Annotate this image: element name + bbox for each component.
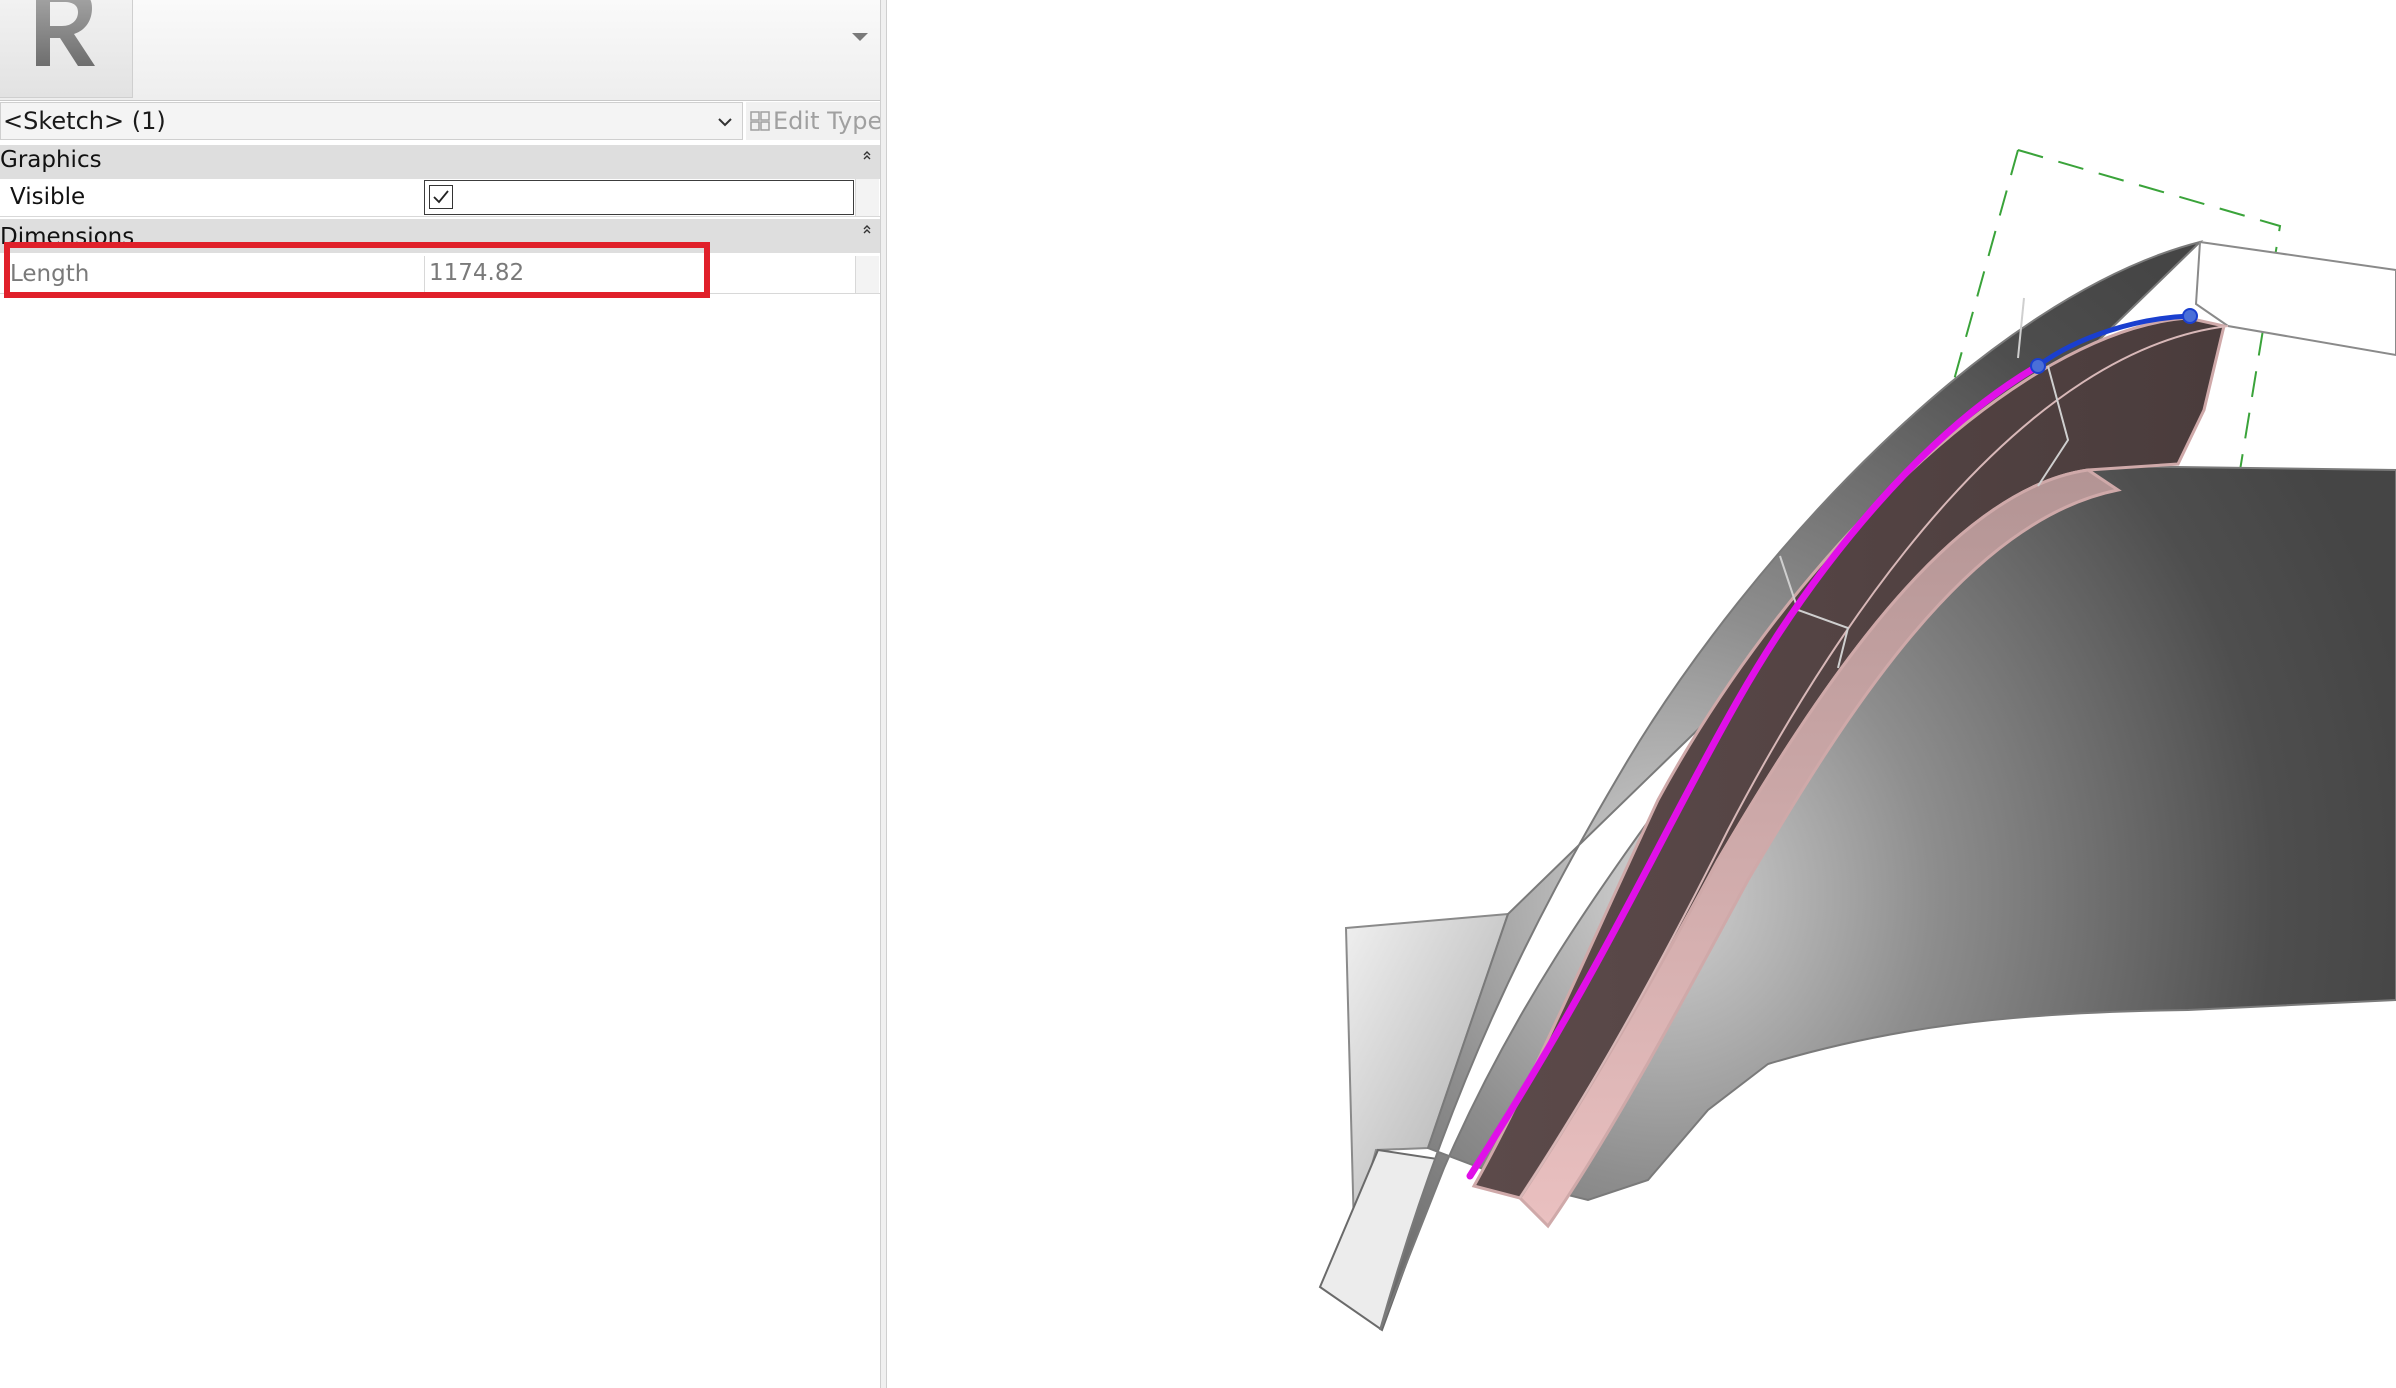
length-value: 1174.82 [429,260,525,286]
curve-endpoint-grip[interactable] [2182,308,2198,324]
instance-selector-row: <Sketch> (1) Edit Type [0,102,880,142]
checkmark-icon [433,190,449,204]
property-value-visible[interactable] [424,180,854,215]
edit-type-button[interactable]: Edit Type [746,102,880,140]
edit-type-label: Edit Type [773,107,880,135]
property-name-length: Length [10,261,90,287]
triangle-down-icon[interactable] [848,24,872,48]
curve-endpoint-grip[interactable] [2030,358,2046,374]
panel-splitter[interactable] [880,0,887,1388]
category-dimensions-label: Dimensions [0,224,135,250]
property-row-visible: Visible [0,179,880,217]
category-graphics-label: Graphics [0,147,102,173]
property-row-end-length [855,256,879,293]
edit-type-icon [750,111,770,131]
property-value-length: 1174.82 [424,256,854,293]
collapse-up-icon[interactable] [860,223,874,235]
property-row-length: Length 1174.82 [0,256,880,294]
properties-palette: <Sketch> (1) Edit Type Graphics Visible … [0,0,880,1388]
mass-top-face [2194,240,2396,357]
collapse-up-icon[interactable] [860,149,874,161]
revit-window: <Sketch> (1) Edit Type Graphics Visible … [0,0,2396,1388]
3d-viewport[interactable] [888,0,2396,1388]
property-name-visible: Visible [10,184,86,210]
instance-selector-value: <Sketch> (1) [3,107,166,135]
visible-checkbox[interactable] [429,185,453,209]
category-dimensions[interactable]: Dimensions [0,219,880,253]
revit-r-logo-icon [0,0,133,98]
property-row-end-visible [855,179,879,216]
instance-selector-dropdown[interactable]: <Sketch> (1) [0,102,743,140]
chevron-down-icon [718,118,732,127]
type-selector[interactable] [0,0,880,101]
category-graphics[interactable]: Graphics [0,145,880,179]
mass-model-view [1318,149,2396,1332]
